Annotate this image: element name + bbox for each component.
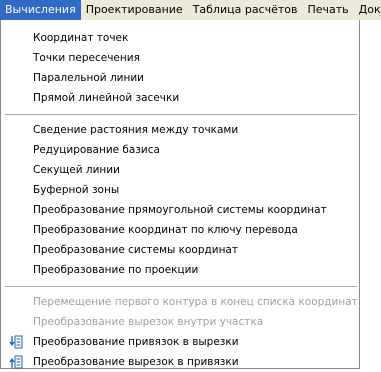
menu-item-peremeshchenie-kontura: Перемещение первого контура в конец спис… (33, 296, 358, 308)
menu-item-preobrazovanie-vyrezok-vnutri: Преобразование вырезок внутри участка (33, 316, 264, 328)
menu-dokumenty[interactable]: Доку (354, 0, 381, 20)
menu-item-label: Преобразование вырезок в привязки (33, 356, 239, 368)
calculations-dropdown-menu: Координат точек Точки пересечения Парале… (0, 20, 360, 369)
menu-item-vyrezok-v-privyazki[interactable]: Преобразование вырезок в привязки (1, 352, 359, 372)
menu-item-preobrazovanie-po-klyuchu[interactable]: Преобразование координат по ключу перево… (1, 220, 359, 240)
menu-item-bufernoy-zony[interactable]: Буферной зоны (1, 180, 359, 200)
menu-bar: Вычисления Проектирование Таблица расчёт… (0, 0, 381, 21)
menu-item-pryamoy-zasechki[interactable]: Прямой линейной засечки (1, 88, 359, 108)
menu-tablitsa-raschetov[interactable]: Таблица расчётов (188, 0, 303, 20)
background-area (360, 20, 381, 369)
menu-item-preobrazovanie-po-proekcii[interactable]: Преобразование по проекции (1, 260, 359, 280)
menu-item-koordinat-tochek[interactable]: Координат точек (1, 28, 359, 48)
menu-item-label: Преобразование привязок в вырезки (33, 336, 239, 348)
menu-item-privyazok-v-vyrezki[interactable]: Преобразование привязок в вырезки (1, 332, 359, 352)
menu-item-tochki-peresecheniya[interactable]: Точки пересечения (1, 48, 359, 68)
convert-icon (9, 355, 23, 369)
menu-item-svedenie-rastoyaniya[interactable]: Сведение растояния между точками (1, 120, 359, 140)
menu-top-padding (1, 20, 359, 28)
convert-icon (9, 335, 23, 349)
menu-item-preobrazovanie-pryamougolnoy[interactable]: Преобразование прямоугольной системы коо… (1, 200, 359, 220)
menu-vychisleniya[interactable]: Вычисления (0, 0, 81, 20)
menu-pechat[interactable]: Печать (303, 0, 354, 20)
menu-item-paralelnoy-linii[interactable]: Паралельной линии (1, 68, 359, 88)
menu-item-sekushchey-linii[interactable]: Секущей линии (1, 160, 359, 180)
menu-proektirovanie[interactable]: Проектирование (81, 0, 188, 20)
menu-separator (5, 114, 357, 115)
menu-item-preobrazovanie-sistemy[interactable]: Преобразование системы координат (1, 240, 359, 260)
menu-item-reducirovanie-bazisa[interactable]: Редуцирование базиса (1, 140, 359, 160)
menu-separator (5, 286, 357, 287)
